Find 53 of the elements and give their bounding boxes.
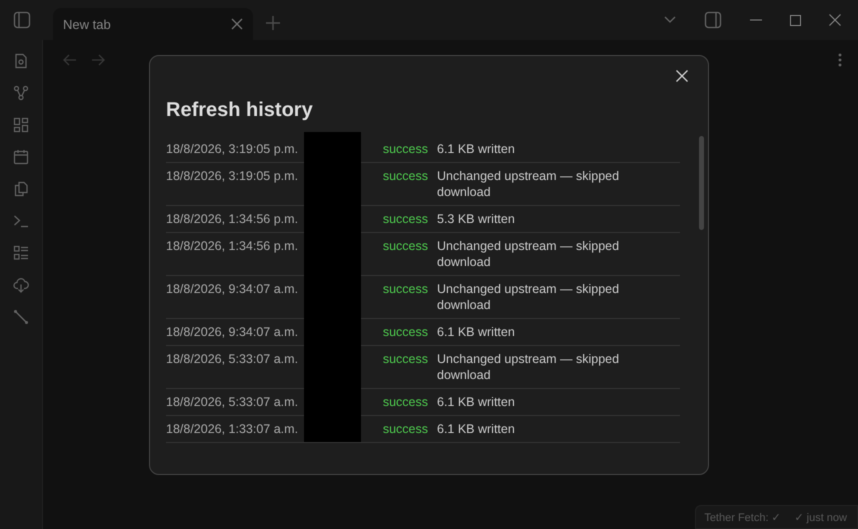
minimize-icon[interactable] (750, 19, 762, 21)
timestamp: 18/8/2026, 5:33:07 a.m. (166, 351, 300, 368)
cloud-download-icon[interactable] (13, 277, 29, 293)
close-icon[interactable] (829, 14, 841, 26)
terminal-icon[interactable] (13, 213, 29, 229)
status-label: success (382, 141, 429, 157)
tab[interactable]: New tab (53, 8, 253, 40)
copy-icon[interactable] (13, 181, 29, 197)
timestamp: 18/8/2026, 3:19:05 p.m. (166, 141, 300, 157)
back-arrow-icon[interactable] (63, 54, 77, 66)
plus-icon[interactable] (266, 16, 280, 30)
graph-icon[interactable] (13, 85, 29, 101)
status-label: success (382, 281, 429, 298)
dashboard-icon[interactable] (13, 117, 29, 133)
message-text: 6.1 KB written (437, 141, 516, 157)
status-label: success (382, 351, 429, 368)
tab-title: New tab (63, 16, 111, 32)
timestamp: 18/8/2026, 5:33:07 a.m. (166, 394, 300, 410)
sidebar-toggle-icon[interactable] (704, 11, 722, 29)
message-text: Unchanged upstream — skipped download (437, 168, 620, 200)
timestamp: 18/8/2026, 1:34:56 p.m. (166, 238, 300, 255)
forward-arrow-icon[interactable] (91, 54, 105, 66)
message-text: Unchanged upstream — skipped download (437, 281, 620, 313)
timestamp: 18/8/2026, 1:34:56 p.m. (166, 211, 300, 227)
status-label: success (382, 211, 429, 227)
timestamp: 18/8/2026, 3:19:05 p.m. (166, 168, 300, 185)
file-search-icon[interactable] (13, 53, 29, 69)
timestamp: 18/8/2026, 9:34:07 a.m. (166, 324, 300, 340)
maximize-icon[interactable] (790, 14, 801, 26)
message-text: Unchanged upstream — skipped download (437, 238, 620, 270)
message-text: 6.1 KB written (437, 394, 516, 410)
scrollbar-thumb[interactable] (699, 136, 704, 230)
message-text: Unchanged upstream — skipped download (437, 351, 620, 383)
message-text: 6.1 KB written (437, 421, 516, 437)
line-tool-icon[interactable] (13, 309, 29, 325)
more-options-icon[interactable] (838, 53, 842, 67)
timestamp: 18/8/2026, 9:34:07 a.m. (166, 281, 300, 298)
status-label: success (382, 421, 429, 437)
checklist-icon[interactable] (13, 245, 29, 261)
status-label: success (382, 394, 429, 410)
plugin-status[interactable]: Tether Fetch: ✓ (704, 511, 781, 524)
sync-status[interactable]: ✓ just now (794, 511, 847, 524)
close-icon[interactable] (676, 70, 688, 82)
status-label: success (382, 324, 429, 340)
timestamp: 18/8/2026, 1:33:07 a.m. (166, 421, 300, 437)
message-text: 6.1 KB written (437, 324, 516, 340)
chevron-down-icon[interactable] (664, 16, 676, 24)
status-label: success (382, 238, 429, 255)
message-text: 5.3 KB written (437, 211, 516, 227)
sidebar-toggle-icon[interactable] (13, 11, 31, 29)
calendar-icon[interactable] (13, 149, 29, 165)
dialog-title: Refresh history (166, 99, 314, 122)
status-label: success (382, 168, 429, 185)
